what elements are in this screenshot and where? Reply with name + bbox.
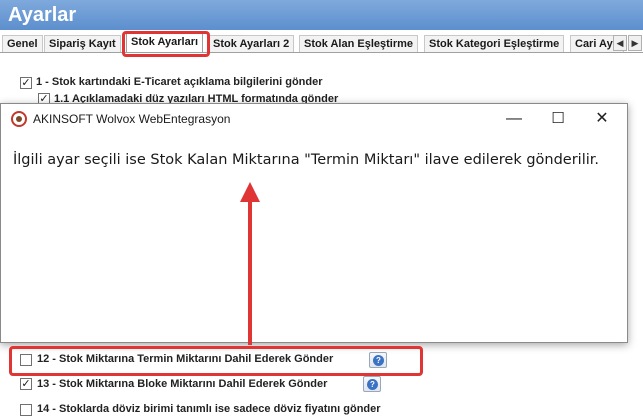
option-14-label: 14 - Stoklarda döviz birimi tanımlı ise …	[37, 403, 381, 415]
help-icon: ?	[367, 379, 378, 390]
minimize-icon[interactable]: —	[491, 104, 537, 134]
option-13-label: 13 - Stok Miktarına Bloke Miktarını Dahi…	[37, 378, 328, 390]
tab-genel[interactable]: Genel	[2, 35, 43, 52]
option-1-checkbox[interactable]: ✓	[20, 77, 32, 89]
option-13-help-button[interactable]: ?	[363, 376, 381, 392]
settings-tab-strip: Genel Sipariş Kayıt Stok Ayarları Stok A…	[0, 33, 643, 53]
tab-stok-alan-eslestirme[interactable]: Stok Alan Eşleştirme	[299, 35, 419, 52]
info-dialog: AKINSOFT Wolvox WebEntegrasyon — ☐ ✕ İlg…	[0, 103, 628, 343]
tab-siparis-kayit[interactable]: Sipariş Kayıt	[44, 35, 121, 52]
close-icon[interactable]: ✕	[579, 104, 625, 134]
tab-scroll-left-icon[interactable]: ◀	[613, 35, 627, 51]
settings-window-title: Ayarlar	[0, 0, 643, 30]
dialog-title: AKINSOFT Wolvox WebEntegrasyon	[33, 112, 231, 126]
tab-stok-kategori-eslestirme[interactable]: Stok Kategori Eşleştirme	[424, 35, 565, 52]
tab-scroll-right-icon[interactable]: ▶	[628, 35, 642, 51]
app-logo-icon	[11, 111, 27, 127]
dialog-message: İlgili ayar seçili ise Stok Kalan Miktar…	[13, 152, 600, 168]
dialog-title-bar: AKINSOFT Wolvox WebEntegrasyon — ☐ ✕	[1, 104, 627, 134]
option-12-highlight	[9, 346, 423, 376]
option-13-checkbox[interactable]: ✓	[20, 378, 32, 390]
stok-ayarlari-tab-highlight	[122, 31, 210, 57]
tab-stok-ayarlari-2[interactable]: Stok Ayarları 2	[208, 35, 295, 52]
option-1-label: 1 - Stok kartındaki E-Ticaret açıklama b…	[36, 76, 323, 88]
option-14-checkbox[interactable]	[20, 404, 32, 416]
maximize-icon[interactable]: ☐	[535, 104, 581, 134]
